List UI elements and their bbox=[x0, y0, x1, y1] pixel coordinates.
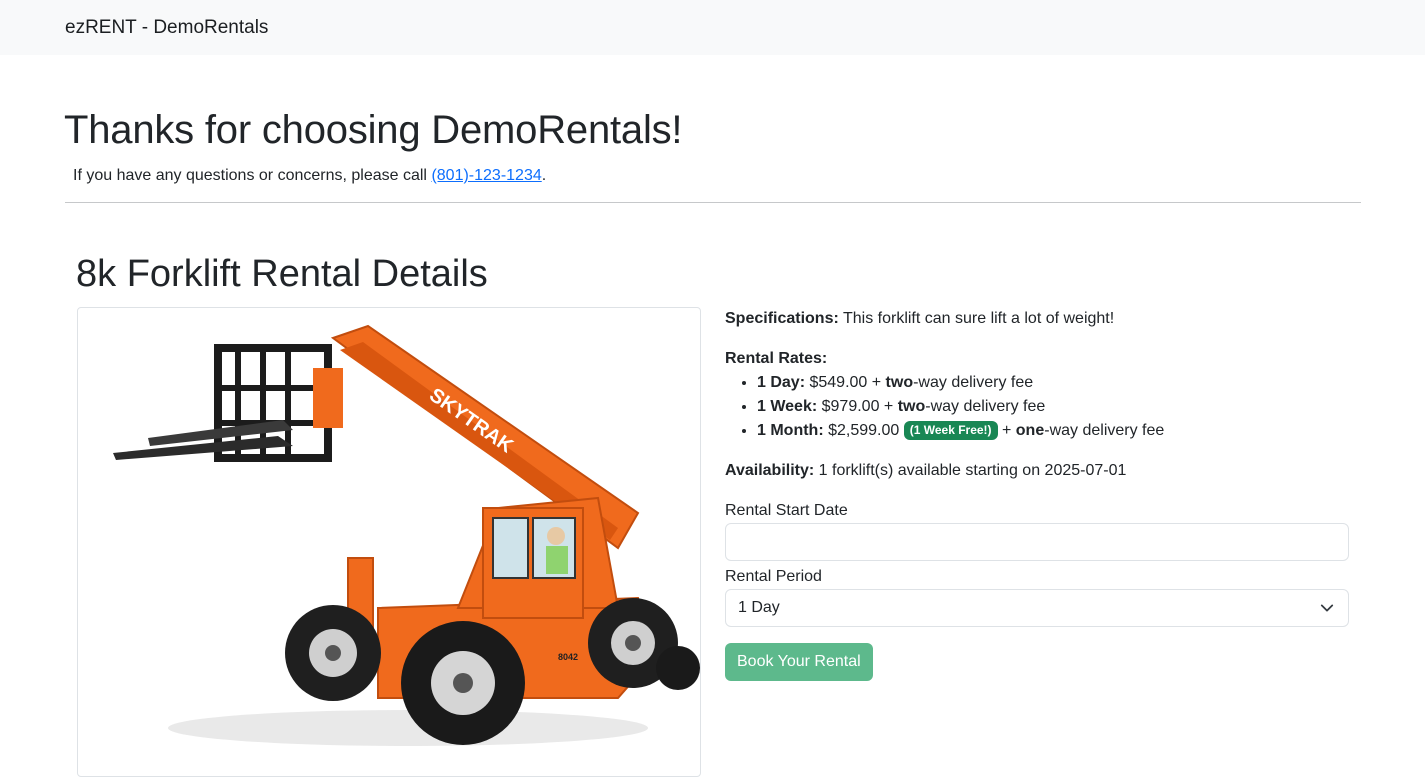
rate-item: 1 Day: $549.00 + two-way delivery fee bbox=[757, 371, 1349, 395]
rental-period-value: 1 Day bbox=[738, 598, 780, 616]
rental-info: Specifications: This forklift can sure l… bbox=[725, 307, 1349, 777]
rate-period: 1 Week: bbox=[757, 397, 818, 415]
front-left-wheel bbox=[401, 620, 525, 745]
front-right-wheel bbox=[656, 645, 700, 690]
rate-suffix: -way delivery fee bbox=[913, 373, 1034, 391]
contact-suffix: . bbox=[541, 167, 547, 184]
forklift-illustration: SKYTRAK 8042 bbox=[113, 324, 700, 746]
navbar-brand[interactable]: ezRENT - DemoRentals bbox=[65, 17, 268, 39]
rate-period: 1 Month: bbox=[757, 421, 824, 439]
specifications: Specifications: This forklift can sure l… bbox=[725, 307, 1349, 331]
rate-item: 1 Month: $2,599.00 (1 Week Free!) + one-… bbox=[757, 419, 1349, 443]
rate-price: $549.00 + bbox=[805, 373, 886, 391]
specifications-label: Specifications: bbox=[725, 309, 839, 327]
model-label: 8042 bbox=[558, 652, 578, 662]
availability-label: Availability: bbox=[725, 461, 815, 479]
rental-period-select[interactable]: 1 Day bbox=[725, 588, 1349, 627]
free-week-badge: (1 Week Free!) bbox=[903, 420, 998, 440]
page-title: Thanks for choosing DemoRentals! bbox=[64, 108, 683, 152]
availability: Availability: 1 forklift(s) available st… bbox=[725, 459, 1349, 483]
rental-period-label: Rental Period bbox=[725, 567, 822, 585]
phone-link[interactable]: (801)-123-1234 bbox=[431, 167, 541, 184]
chevron-down-icon bbox=[1320, 604, 1334, 612]
main-container: Thanks for choosing DemoRentals! If you … bbox=[0, 107, 1425, 777]
start-date-input[interactable] bbox=[725, 522, 1349, 561]
divider bbox=[65, 202, 1361, 203]
rental-rates-list: 1 Day: $549.00 + two-way delivery fee 1 … bbox=[725, 371, 1349, 443]
rate-suffix: -way delivery fee bbox=[1044, 421, 1165, 439]
specifications-text: This forklift can sure lift a lot of wei… bbox=[838, 309, 1115, 327]
details-row: SKYTRAK 8042 Specifications: This forkli… bbox=[77, 306, 1361, 777]
navbar: ezRENT - DemoRentals bbox=[0, 0, 1425, 55]
rate-period: 1 Day: bbox=[757, 373, 806, 391]
rate-price: $2,599.00 bbox=[823, 421, 904, 439]
book-rental-button[interactable]: Book Your Rental bbox=[725, 642, 873, 681]
forklift-image: SKYTRAK 8042 bbox=[77, 306, 701, 777]
rate-item: 1 Week: $979.00 + two-way delivery fee bbox=[757, 395, 1349, 419]
rate-suffix: -way delivery fee bbox=[925, 397, 1046, 415]
rate-price: $979.00 + bbox=[817, 397, 898, 415]
rate-trip: two bbox=[885, 373, 914, 391]
rate-trip: two bbox=[897, 397, 926, 415]
rental-details-title: 8k Forklift Rental Details bbox=[76, 253, 488, 295]
contact-prefix: If you have any questions or concerns, p… bbox=[73, 167, 432, 184]
availability-text: 1 forklift(s) available starting on 2025… bbox=[814, 461, 1127, 479]
rate-trip: one bbox=[1015, 421, 1045, 439]
contact-text: If you have any questions or concerns, p… bbox=[73, 167, 1361, 185]
rental-rates-label: Rental Rates: bbox=[725, 349, 828, 367]
start-date-label: Rental Start Date bbox=[725, 501, 848, 519]
rear-left-wheel bbox=[285, 604, 381, 701]
